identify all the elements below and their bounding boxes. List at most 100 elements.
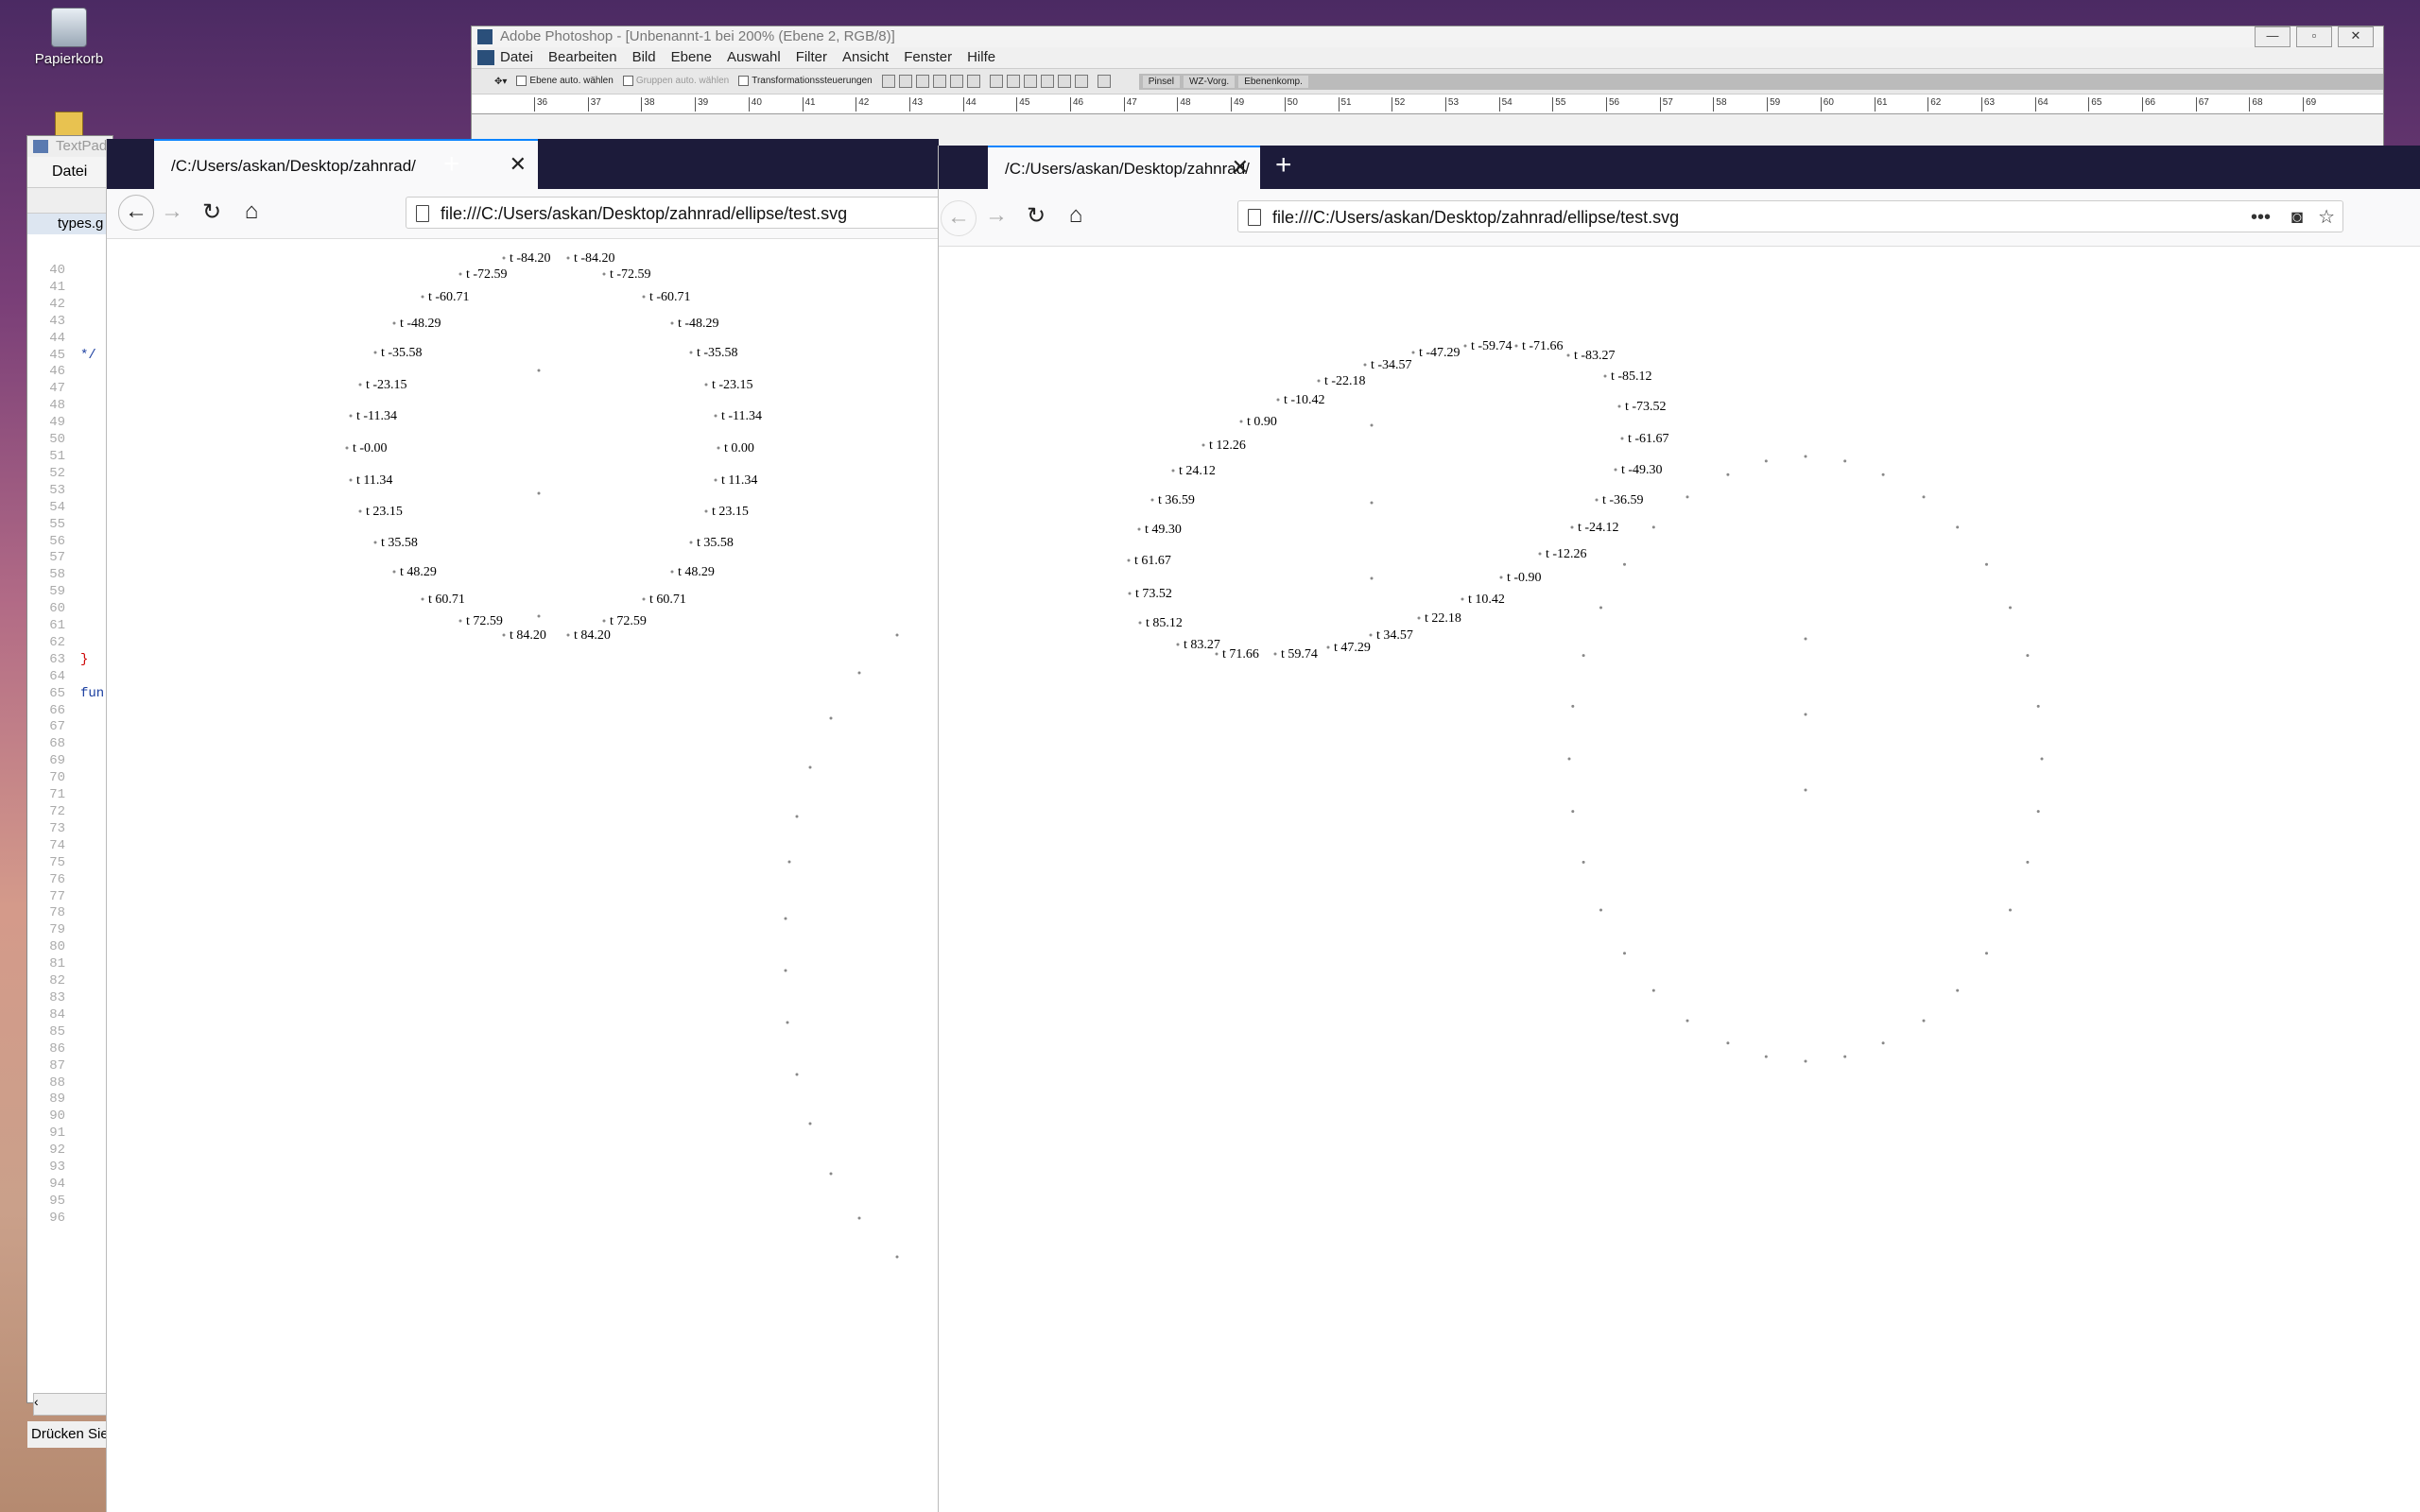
panel-tab-pinsel[interactable]: Pinsel	[1142, 75, 1180, 88]
point-marker	[349, 414, 353, 418]
navigation-bar: ← → ↻ ⌂ file:///C:/Users/askan/Desktop/z…	[939, 189, 2420, 247]
panel-tab-ebenenkomp[interactable]: Ebenenkomp.	[1238, 75, 1308, 88]
ellipse-dot	[795, 815, 799, 818]
line-number: 85	[49, 1023, 65, 1040]
ellipse-dot	[1571, 704, 1575, 708]
transform-controls-label: Transformationssteuerungen	[752, 76, 873, 87]
maximize-button[interactable]: ▫	[2296, 26, 2332, 47]
new-tab-icon[interactable]: +	[443, 148, 460, 180]
point-marker	[566, 256, 570, 260]
line-number: 51	[49, 448, 65, 464]
center-point	[1804, 713, 1807, 716]
align-buttons[interactable]	[881, 75, 980, 88]
ruler-tick: 57	[1659, 97, 1673, 112]
horizontal-scrollbar[interactable]: ‹	[33, 1393, 114, 1416]
point-marker	[1620, 437, 1624, 440]
textpad-window: TextPad Datei types.g 40 41 42 43 44 45 46 47 48…	[26, 135, 116, 1448]
ellipse-dot	[1956, 525, 1960, 529]
point-label: t -22.18	[1324, 374, 1366, 388]
point-marker	[642, 295, 646, 299]
point-label: t -35.58	[381, 346, 423, 360]
menu-auswahl[interactable]: Auswahl	[727, 47, 781, 68]
back-icon[interactable]: ←	[118, 195, 154, 231]
pocket-icon[interactable]: ◙	[2291, 201, 2303, 233]
menu-bearbeiten[interactable]: Bearbeiten	[548, 47, 617, 68]
ruler-tick: 40	[748, 97, 762, 112]
transform-controls-option[interactable]: Transformationssteuerungen	[738, 76, 873, 87]
home-icon[interactable]: ⌂	[235, 198, 268, 225]
ruler-tick: 46	[1070, 97, 1083, 112]
reload-icon[interactable]: ↻	[196, 198, 228, 226]
recycle-bin-shortcut[interactable]: Papierkorb	[28, 8, 110, 67]
menu-ebene[interactable]: Ebene	[671, 47, 712, 68]
center-point	[537, 491, 541, 495]
point-marker	[602, 619, 606, 623]
photoshop-menubar: Datei Bearbeiten Bild Ebene Auswahl Filt…	[472, 47, 2383, 68]
point-marker	[1171, 469, 1175, 472]
reload-icon[interactable]: ↻	[1020, 202, 1052, 230]
point-marker	[602, 272, 606, 276]
ellipse-dot	[895, 1255, 899, 1259]
back-icon[interactable]: ←	[941, 200, 977, 236]
point-label: t -12.26	[1546, 547, 1587, 561]
menu-datei[interactable]: Datei	[52, 163, 87, 180]
point-marker	[1411, 351, 1415, 354]
center-point	[1370, 576, 1374, 580]
menu-fenster[interactable]: Fenster	[904, 47, 952, 68]
line-number: 55	[49, 516, 65, 532]
point-label: t 23.15	[712, 505, 749, 519]
bookmark-star-icon[interactable]: ☆	[2318, 201, 2335, 233]
home-icon[interactable]: ⌂	[1060, 202, 1092, 229]
line-number: 48	[49, 398, 65, 414]
ellipse-dot	[795, 1073, 799, 1076]
point-label: t -83.27	[1574, 349, 1616, 363]
browser-tab[interactable]: /C:/Users/askan/Desktop/zahnrad/ ✕	[988, 146, 1260, 189]
textpad-doc-tab[interactable]: types.g	[27, 214, 112, 234]
forward-icon[interactable]: →	[980, 202, 1012, 229]
move-tool-icon[interactable]: ✥▾	[494, 77, 507, 87]
minimize-button[interactable]: —	[2255, 26, 2290, 47]
ruler-tick: 69	[2303, 97, 2316, 112]
url-bar[interactable]: file:///C:/Users/askan/Desktop/zahnrad/e…	[1237, 200, 2343, 232]
line-number: 71	[49, 787, 65, 803]
auto-select-group-option[interactable]: Gruppen auto. wählen	[622, 76, 729, 87]
close-button[interactable]: ✕	[2338, 26, 2374, 47]
line-number: 43	[49, 313, 65, 329]
menu-hilfe[interactable]: Hilfe	[967, 47, 995, 68]
line-number: 89	[49, 1091, 65, 1108]
point-label: t -10.42	[1284, 393, 1325, 407]
close-tab-icon[interactable]: ✕	[1232, 155, 1249, 180]
panel-tab-wz-vorg[interactable]: WZ-Vorg.	[1183, 75, 1236, 88]
panel-well: Pinsel WZ-Vorg. Ebenenkomp.	[1138, 73, 2383, 90]
ellipse-dot	[1623, 562, 1626, 566]
auto-select-layer-option[interactable]: Ebene auto. wählen	[516, 76, 614, 87]
distribute-buttons[interactable]	[989, 75, 1088, 88]
point-label: t -34.57	[1371, 358, 1412, 372]
point-label: t 49.30	[1145, 523, 1182, 537]
menu-ansicht[interactable]: Ansicht	[842, 47, 889, 68]
new-tab-icon[interactable]: +	[1275, 149, 1292, 181]
menu-datei[interactable]: Datei	[500, 47, 533, 68]
forward-icon[interactable]: →	[156, 198, 188, 225]
url-bar[interactable]: file:///C:/Users/askan/Desktop/zahnrad/e…	[406, 197, 939, 229]
point-label: t -73.52	[1625, 400, 1667, 414]
point-label: t 11.34	[356, 473, 392, 488]
point-marker	[1417, 616, 1421, 620]
line-number: 65	[49, 685, 65, 701]
line-number: 93	[49, 1160, 65, 1176]
page-actions-icon[interactable]: •••	[2251, 201, 2271, 233]
workspace-icon[interactable]	[1097, 75, 1111, 88]
point-label: t -60.71	[649, 290, 691, 304]
menu-filter[interactable]: Filter	[796, 47, 827, 68]
line-number: 96	[49, 1210, 65, 1226]
browser-tab[interactable]: /C:/Users/askan/Desktop/zahnrad/ ✕	[154, 139, 538, 189]
point-marker	[1317, 379, 1321, 383]
point-marker	[345, 446, 349, 450]
photoshop-app-icon	[477, 29, 493, 44]
point-label: t 48.29	[400, 565, 437, 579]
close-tab-icon[interactable]: ✕	[510, 152, 527, 177]
menu-bild[interactable]: Bild	[632, 47, 656, 68]
line-number: 49	[49, 415, 65, 431]
ellipse-dot	[1881, 1041, 1885, 1045]
ellipse-dot	[1567, 757, 1571, 761]
